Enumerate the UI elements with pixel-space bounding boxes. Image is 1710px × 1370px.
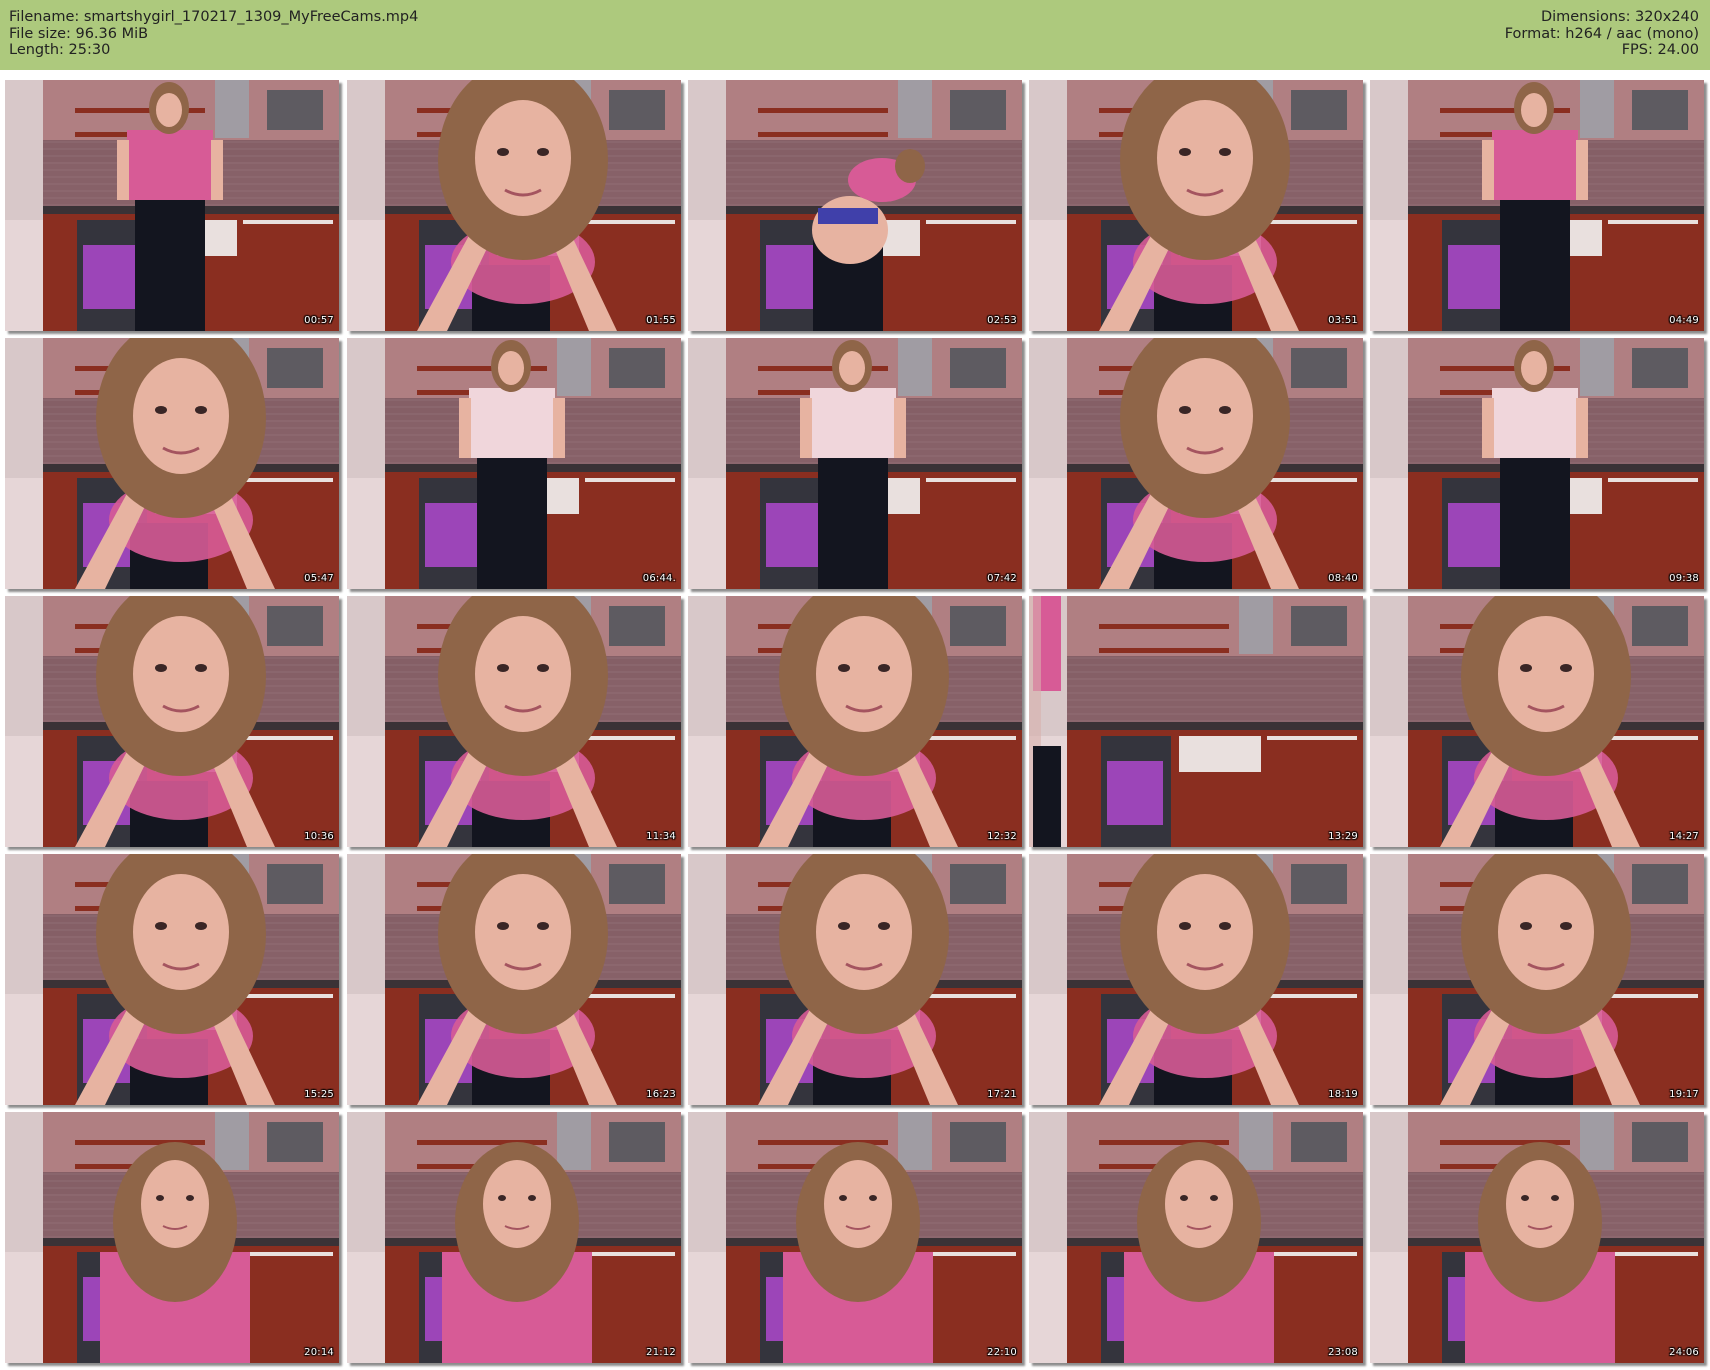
frame-timestamp: 02:53 xyxy=(987,315,1017,326)
thumbnail-frame: 06:44. xyxy=(347,338,681,589)
frame-image xyxy=(347,596,681,847)
thumbnail-frame: 15:25 xyxy=(5,854,339,1105)
thumbnail-frame: 07:42 xyxy=(688,338,1022,589)
frame-image xyxy=(1029,80,1363,331)
thumbnail-frame: 09:38 xyxy=(1370,338,1704,589)
frame-timestamp: 09:38 xyxy=(1669,573,1699,584)
frame-timestamp: 12:32 xyxy=(987,831,1017,842)
frame-image xyxy=(347,80,681,331)
frame-image xyxy=(688,854,1022,1105)
frame-timestamp: 03:51 xyxy=(1328,315,1358,326)
frame-timestamp: 10:36 xyxy=(304,831,334,842)
thumbnail-frame: 01:55 xyxy=(347,80,681,331)
frame-image xyxy=(347,1112,681,1363)
frame-image xyxy=(1029,1112,1363,1363)
thumbnail-frame: 22:10 xyxy=(688,1112,1022,1363)
frame-timestamp: 14:27 xyxy=(1669,831,1699,842)
thumbnail-frame: 05:47 xyxy=(5,338,339,589)
frame-image xyxy=(1029,854,1363,1105)
frame-timestamp: 05:47 xyxy=(304,573,334,584)
frame-timestamp: 11:34 xyxy=(646,831,676,842)
frame-image xyxy=(5,338,339,589)
thumbnail-frame: 00:57 xyxy=(5,80,339,331)
thumbnail-grid: 00:57 01:55 02:53 03:51 04:49 05:47 06:44. 07:4… xyxy=(0,0,1710,1370)
frame-image xyxy=(1370,854,1704,1105)
thumbnail-frame: 21:12 xyxy=(347,1112,681,1363)
frame-timestamp: 07:42 xyxy=(987,573,1017,584)
frame-image xyxy=(1370,596,1704,847)
thumbnail-frame: 13:29 xyxy=(1029,596,1363,847)
thumbnail-frame: 08:40 xyxy=(1029,338,1363,589)
thumbnail-frame: 12:32 xyxy=(688,596,1022,847)
frame-image xyxy=(688,596,1022,847)
thumbnail-frame: 16:23 xyxy=(347,854,681,1105)
frame-timestamp: 22:10 xyxy=(987,1347,1017,1358)
frame-image xyxy=(1029,596,1363,847)
thumbnail-frame: 19:17 xyxy=(1370,854,1704,1105)
frame-timestamp: 04:49 xyxy=(1669,315,1699,326)
frame-timestamp: 13:29 xyxy=(1328,831,1358,842)
frame-image xyxy=(1370,80,1704,331)
frame-timestamp: 06:44. xyxy=(642,573,676,584)
frame-timestamp: 17:21 xyxy=(987,1089,1017,1100)
frame-timestamp: 23:08 xyxy=(1328,1347,1358,1358)
thumbnail-frame: 02:53 xyxy=(688,80,1022,331)
thumbnail-frame: 24:06 xyxy=(1370,1112,1704,1363)
frame-image xyxy=(347,338,681,589)
frame-image xyxy=(5,80,339,331)
thumbnail-frame: 17:21 xyxy=(688,854,1022,1105)
frame-image xyxy=(688,80,1022,331)
thumbnail-frame: 10:36 xyxy=(5,596,339,847)
thumbnail-frame: 11:34 xyxy=(347,596,681,847)
frame-timestamp: 20:14 xyxy=(304,1347,334,1358)
thumbnail-frame: 03:51 xyxy=(1029,80,1363,331)
frame-image xyxy=(688,338,1022,589)
thumbnail-frame: 14:27 xyxy=(1370,596,1704,847)
frame-image xyxy=(1370,1112,1704,1363)
frame-timestamp: 01:55 xyxy=(646,315,676,326)
frame-image xyxy=(1370,338,1704,589)
frame-timestamp: 16:23 xyxy=(646,1089,676,1100)
thumbnail-frame: 23:08 xyxy=(1029,1112,1363,1363)
frame-image xyxy=(688,1112,1022,1363)
frame-image xyxy=(347,854,681,1105)
frame-timestamp: 08:40 xyxy=(1328,573,1358,584)
thumbnail-frame: 18:19 xyxy=(1029,854,1363,1105)
frame-image xyxy=(1029,338,1363,589)
thumbnail-frame: 04:49 xyxy=(1370,80,1704,331)
frame-timestamp: 15:25 xyxy=(304,1089,334,1100)
frame-timestamp: 24:06 xyxy=(1669,1347,1699,1358)
frame-timestamp: 19:17 xyxy=(1669,1089,1699,1100)
frame-timestamp: 00:57 xyxy=(304,315,334,326)
frame-timestamp: 21:12 xyxy=(646,1347,676,1358)
frame-image xyxy=(5,596,339,847)
frame-timestamp: 18:19 xyxy=(1328,1089,1358,1100)
frame-image xyxy=(5,854,339,1105)
frame-image xyxy=(5,1112,339,1363)
thumbnail-frame: 20:14 xyxy=(5,1112,339,1363)
